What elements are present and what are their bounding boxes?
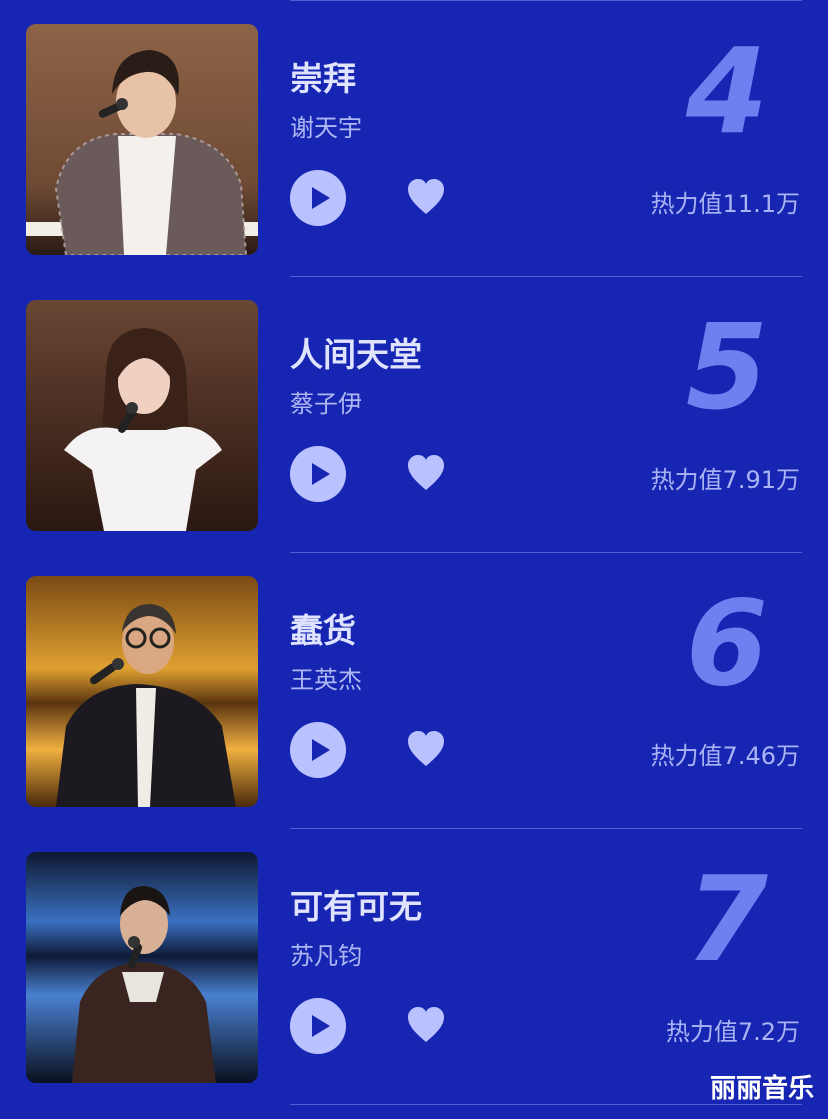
artist-photo <box>26 24 258 255</box>
artist-name: 苏凡钧 <box>290 942 362 970</box>
song-title: 人间天堂 <box>290 335 422 374</box>
artist-photo <box>26 576 258 807</box>
song-row-4[interactable]: 崇拜 谢天宇 4 热力值11.1万 <box>0 0 828 276</box>
song-title: 可有可无 <box>290 887 422 926</box>
heat-value: 热力值7.91万 <box>650 466 800 494</box>
play-button[interactable] <box>290 446 346 502</box>
rank-number: 6 <box>685 574 768 712</box>
artist-name: 蔡子伊 <box>290 390 362 418</box>
song-row-6[interactable]: 蠢货 王英杰 6 热力值7.46万 <box>0 552 828 828</box>
heart-icon[interactable] <box>406 454 446 492</box>
song-row-7[interactable]: 可有可无 苏凡钧 7 热力值7.2万 <box>0 828 828 1104</box>
play-icon <box>312 187 330 209</box>
artist-name: 王英杰 <box>290 666 362 694</box>
play-button[interactable] <box>290 722 346 778</box>
play-icon <box>312 463 330 485</box>
artist-photo <box>26 300 258 531</box>
artist-name: 谢天宇 <box>290 114 362 142</box>
artist-photo <box>26 852 258 1083</box>
heat-value: 热力值7.2万 <box>665 1018 800 1046</box>
song-row-5[interactable]: 人间天堂 蔡子伊 5 热力值7.91万 <box>0 276 828 552</box>
heart-icon[interactable] <box>406 1006 446 1044</box>
rank-number: 4 <box>685 22 768 160</box>
watermark: 丽丽音乐 <box>709 1074 814 1104</box>
song-title: 崇拜 <box>290 59 356 98</box>
heat-value: 热力值7.46万 <box>650 742 800 770</box>
rank-number: 5 <box>685 298 768 436</box>
play-icon <box>312 1015 330 1037</box>
play-button[interactable] <box>290 170 346 226</box>
rank-number: 7 <box>685 850 768 988</box>
play-icon <box>312 739 330 761</box>
heart-icon[interactable] <box>406 730 446 768</box>
play-button[interactable] <box>290 998 346 1054</box>
song-title: 蠢货 <box>290 611 356 650</box>
heat-value: 热力值11.1万 <box>650 190 800 218</box>
heart-icon[interactable] <box>406 178 446 216</box>
